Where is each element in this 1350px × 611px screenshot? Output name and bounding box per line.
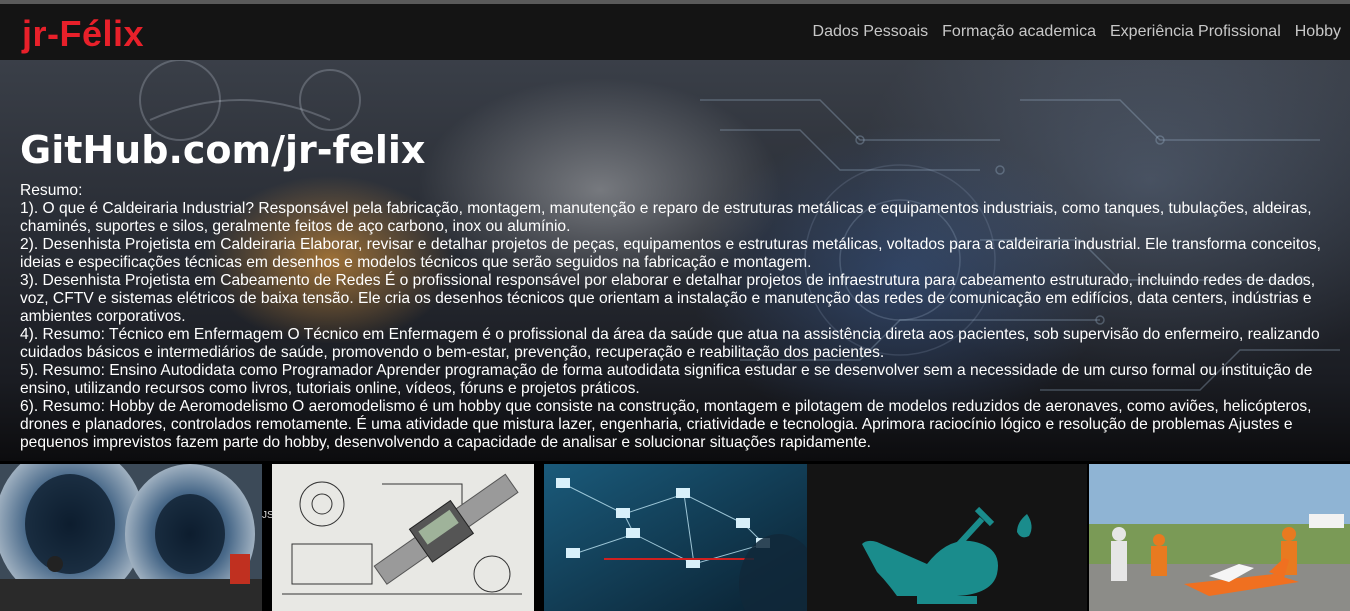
- nav-link-hobby[interactable]: Hobby: [1295, 23, 1341, 41]
- summary-item-6: 6). Resumo: Hobby de Aeromodelismo O aer…: [20, 398, 1312, 451]
- gallery-image-enfermagem[interactable]: [807, 464, 1087, 611]
- resume-summary: Resumo: 1). O que é Caldeiraria Industri…: [20, 182, 1330, 452]
- nav-menu: Dados Pessoais Formação academica Experi…: [813, 4, 1341, 60]
- nav-link-formacao-academica[interactable]: Formação academica: [942, 23, 1096, 41]
- gallery-image-redes[interactable]: [544, 464, 807, 611]
- summary-item-5: 5). Resumo: Ensino Autodidata como Progr…: [20, 362, 1313, 397]
- summary-item-2: 2). Desenhista Projetista em Caldeiraria…: [20, 236, 1321, 271]
- brand-logo[interactable]: jr-Félix: [22, 14, 144, 54]
- summary-item-3: 3). Desenhista Projetista em Cabeamento …: [20, 272, 1316, 325]
- summary-item-4: 4). Resumo: Técnico em Enfermagem O Técn…: [20, 326, 1320, 361]
- summary-heading: Resumo:: [20, 182, 83, 199]
- gallery-image-desenho-tecnico[interactable]: JS: [262, 464, 534, 611]
- nav-link-dados-pessoais[interactable]: Dados Pessoais: [813, 23, 929, 41]
- hero-title: GitHub.com/jr-felix: [20, 128, 426, 172]
- summary-item-1: 1). O que é Caldeiraria Industrial? Resp…: [20, 200, 1312, 235]
- hero-banner: GitHub.com/jr-felix Resumo: 1). O que é …: [0, 60, 1350, 461]
- navbar: jr-Félix Dados Pessoais Formação academi…: [0, 4, 1350, 60]
- gallery-image-caldeiraria[interactable]: [0, 464, 262, 611]
- gallery-image-aeromodelismo[interactable]: [1089, 464, 1350, 611]
- gallery: JS: [0, 464, 1350, 611]
- nav-link-experiencia-profissional[interactable]: Experiência Profissional: [1110, 23, 1281, 41]
- gallery-overlay-text: JS: [262, 510, 274, 521]
